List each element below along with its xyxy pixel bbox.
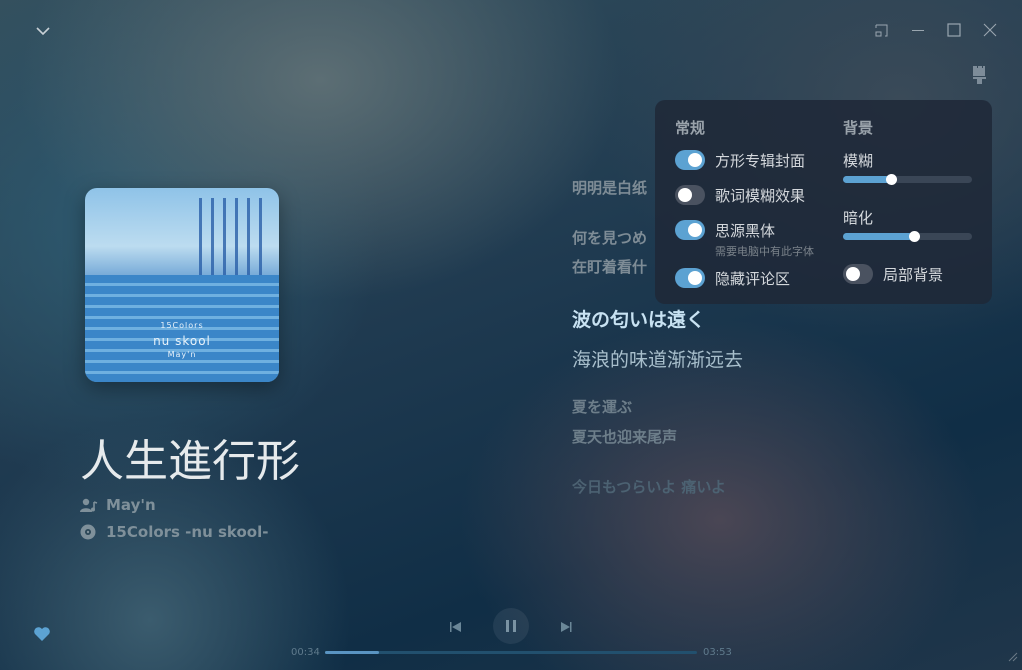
paint-brush-icon xyxy=(973,66,986,84)
next-button[interactable] xyxy=(559,619,573,638)
lyric-line[interactable]: 夏天也迎来尾声 xyxy=(572,426,677,447)
hide-comments-label: 隐藏评论区 xyxy=(715,270,791,288)
lyric-line-current[interactable]: 波の匂いは遠く xyxy=(572,305,705,332)
square-cover-toggle[interactable] xyxy=(675,150,705,170)
local-background-toggle[interactable] xyxy=(843,264,873,284)
artist-icon xyxy=(80,498,98,512)
progress-bar[interactable] xyxy=(325,651,697,654)
dim-label: 暗化 xyxy=(843,209,874,227)
album-cover: 15Colors nu skool May'n xyxy=(85,188,279,382)
background-heading: 背景 xyxy=(843,119,874,137)
close-button[interactable] xyxy=(982,22,1000,40)
lyric-line[interactable]: 夏を運ぶ xyxy=(572,396,632,417)
skip-next-icon xyxy=(561,622,572,632)
artist-name: May'n xyxy=(106,496,156,514)
mini-mode-icon xyxy=(875,24,888,37)
blur-slider[interactable] xyxy=(843,174,972,185)
lyric-line[interactable]: 在盯着看什 xyxy=(572,256,647,277)
lyric-line[interactable]: 今日もつらいよ 痛いよ xyxy=(572,476,726,497)
artist-link[interactable]: May'n xyxy=(80,496,156,514)
skip-previous-icon xyxy=(450,622,461,632)
maximize-icon xyxy=(947,23,961,37)
resize-grip-icon xyxy=(1008,652,1018,662)
theme-settings-button[interactable] xyxy=(971,64,989,90)
song-title: 人生進行形 xyxy=(80,436,300,487)
mini-mode-button[interactable] xyxy=(873,22,891,40)
play-pause-button[interactable] xyxy=(493,608,529,644)
lyric-line[interactable]: 何を見つめ xyxy=(572,227,647,248)
chevron-down-icon xyxy=(36,27,50,36)
total-time: 03:53 xyxy=(703,647,732,658)
album-name: 15Colors -nu skool- xyxy=(106,523,269,541)
heart-icon xyxy=(34,627,50,641)
font-hint: 需要电脑中有此字体 xyxy=(715,245,814,258)
source-han-font-label: 思源黑体 xyxy=(715,222,776,240)
pause-icon xyxy=(506,620,516,632)
current-time: 00:34 xyxy=(291,647,320,658)
blur-label: 模糊 xyxy=(843,152,874,170)
general-heading: 常规 xyxy=(675,119,706,137)
minimize-icon xyxy=(912,30,924,31)
hide-comments-toggle[interactable] xyxy=(675,268,705,288)
square-cover-label: 方形专辑封面 xyxy=(715,152,806,170)
close-icon xyxy=(983,23,997,37)
local-background-label: 局部背景 xyxy=(883,266,944,284)
dim-slider[interactable] xyxy=(843,231,972,242)
album-disc-icon xyxy=(80,524,96,540)
previous-button[interactable] xyxy=(449,619,463,638)
maximize-button[interactable] xyxy=(946,22,964,40)
source-han-font-toggle[interactable] xyxy=(675,220,705,240)
resize-handle[interactable] xyxy=(1008,647,1018,666)
album-link[interactable]: 15Colors -nu skool- xyxy=(80,523,268,541)
lyric-line-current-translation[interactable]: 海浪的味道渐渐远去 xyxy=(572,345,743,372)
collapse-button[interactable] xyxy=(35,23,53,41)
lyric-line[interactable]: 明明是白纸 xyxy=(572,177,647,198)
like-button[interactable] xyxy=(33,626,51,646)
lyric-blur-label: 歌词模糊效果 xyxy=(715,187,806,205)
lyric-blur-toggle[interactable] xyxy=(675,185,705,205)
minimize-button[interactable] xyxy=(910,22,928,40)
